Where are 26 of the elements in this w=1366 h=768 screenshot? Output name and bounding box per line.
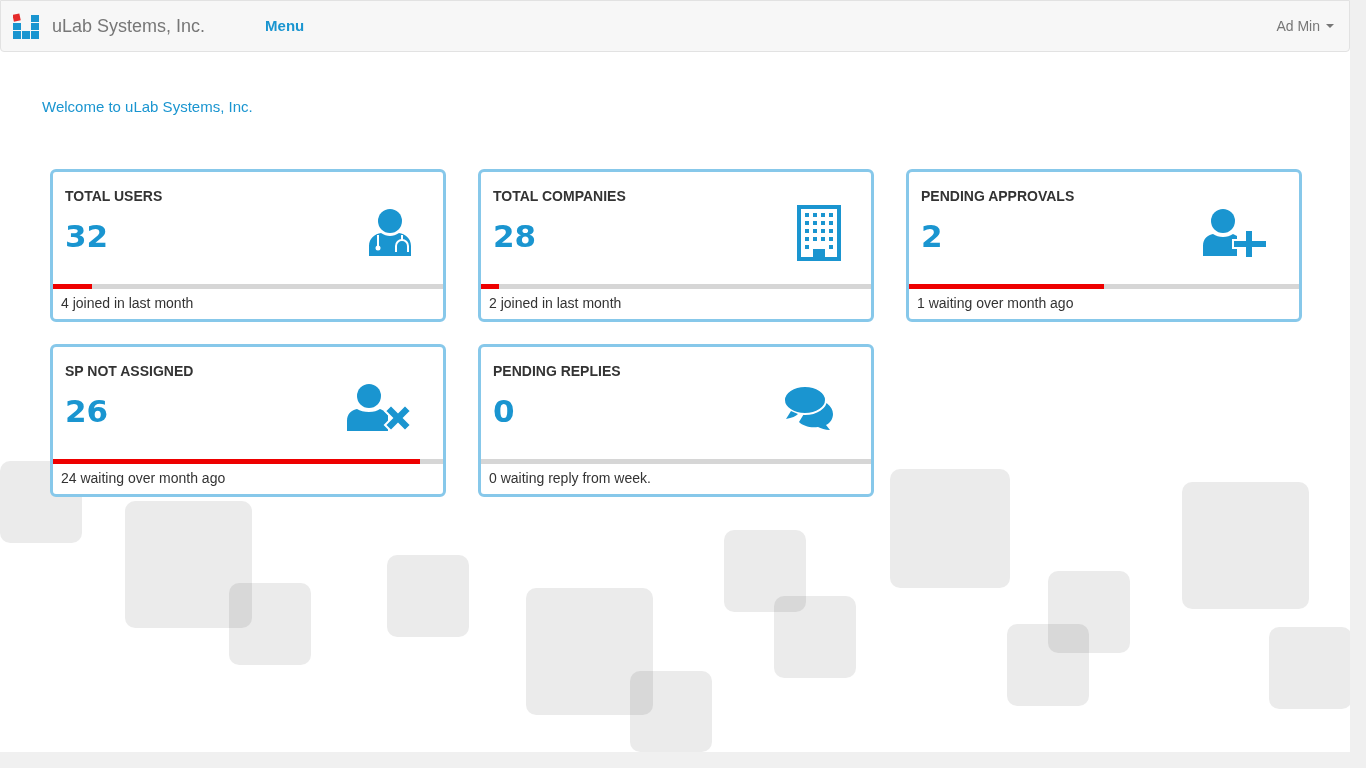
card-footer-text: 0 waiting reply from week. [488,469,652,488]
card-value: 2 [921,220,944,252]
building-icon [797,204,841,261]
logo-icon [13,13,39,39]
card-footer-text: 4 joined in last month [60,294,195,313]
add-user-icon [1203,207,1269,258]
menu-link[interactable]: Menu [265,14,305,38]
card-title: TOTAL USERS [65,186,163,206]
user-menu[interactable]: Ad Min [1276,15,1334,37]
card-value: 28 [493,220,538,252]
card-title: TOTAL COMPANIES [493,186,626,206]
card-value: 32 [65,220,110,252]
card-footer-text: 24 waiting over month ago [60,469,227,488]
welcome-text: Welcome to uLab Systems, Inc. [42,97,254,117]
vertical-scrollbar[interactable] [1350,0,1366,752]
card-title: SP NOT ASSIGNED [65,361,194,381]
card-value: 0 [493,395,516,427]
card-footer-text: 1 waiting over month ago [916,294,1075,313]
card-title: PENDING APPROVALS [921,186,1075,206]
caret-icon [1326,24,1334,28]
doctor-icon [367,207,413,258]
remove-user-icon [347,382,413,433]
brand-name[interactable]: uLab Systems, Inc. [52,12,206,40]
card-footer-text: 2 joined in last month [488,294,623,313]
card-value: 26 [65,395,110,427]
card-title: PENDING REPLIES [493,361,621,381]
